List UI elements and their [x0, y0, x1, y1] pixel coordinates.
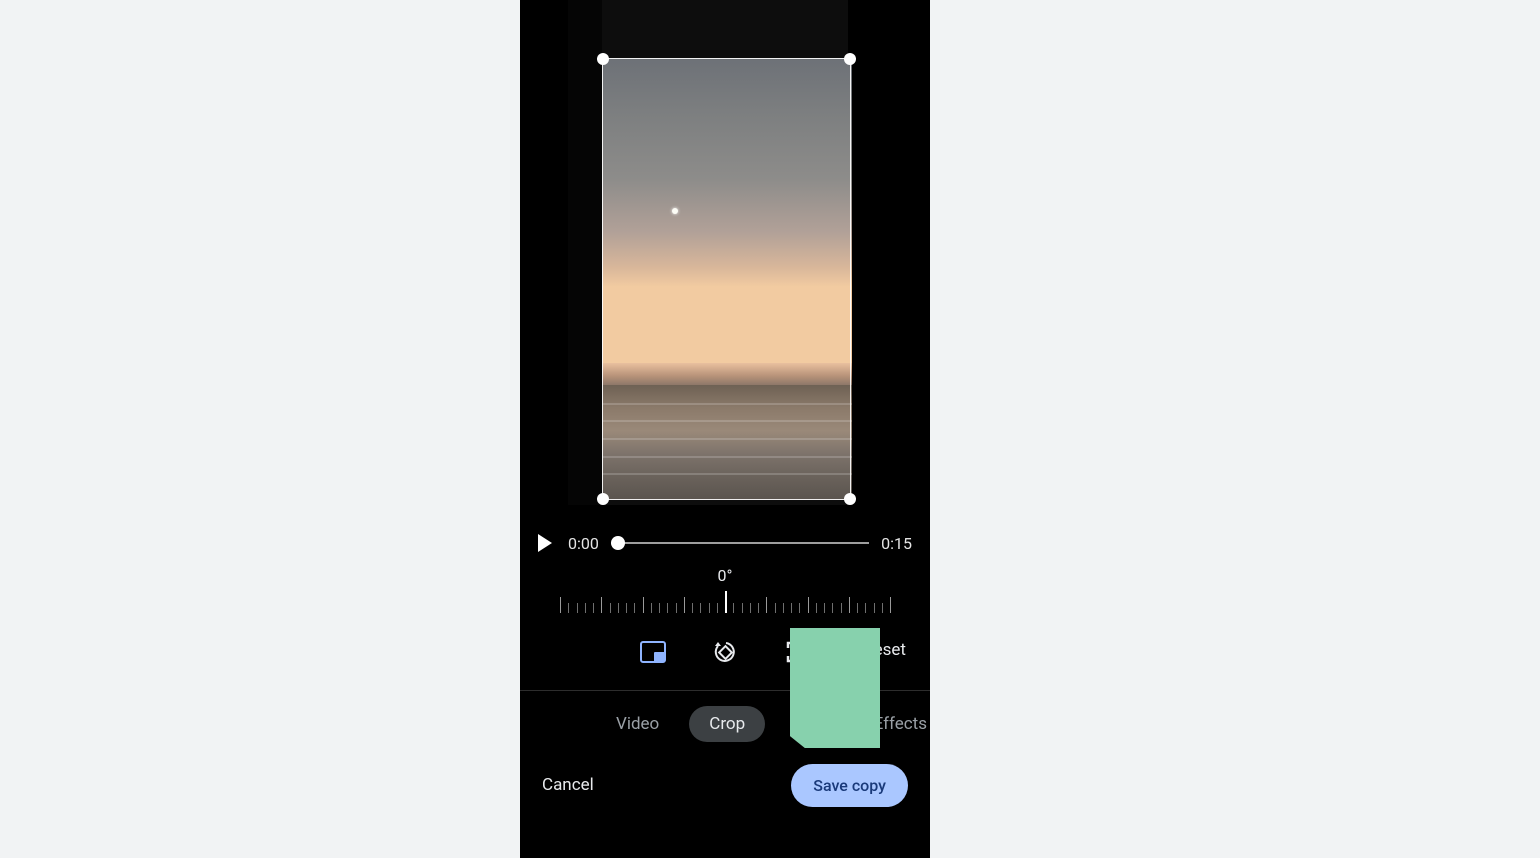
rotate-icon[interactable] [711, 638, 739, 666]
time-total: 0:15 [881, 534, 912, 553]
play-icon[interactable] [538, 534, 552, 552]
rotation-ruler[interactable] [560, 591, 890, 613]
crop-handle-bottom-left[interactable] [597, 493, 609, 505]
phone-editor-screen: 0:00 0:15 0° Reset Video Crop Adjust Eff… [520, 0, 930, 858]
crop-handle-top-right[interactable] [844, 53, 856, 65]
aspect-ratio-icon[interactable] [639, 638, 667, 666]
expand-icon[interactable] [783, 638, 811, 666]
crop-handle-bottom-right[interactable] [844, 493, 856, 505]
crop-frame[interactable] [602, 58, 851, 500]
scrubber-knob[interactable] [611, 536, 625, 550]
video-timeline: 0:00 0:15 [520, 525, 930, 561]
editor-tabs: Video Crop Adjust Effects [520, 702, 930, 746]
tab-effects[interactable]: Effects [874, 714, 927, 734]
cancel-button[interactable]: Cancel [542, 775, 594, 795]
tab-crop[interactable]: Crop [689, 706, 765, 742]
save-copy-button[interactable]: Save copy [791, 764, 908, 807]
divider [520, 690, 930, 691]
rotation-control: 0° [520, 566, 930, 613]
crop-handle-top-left[interactable] [597, 53, 609, 65]
time-current: 0:00 [568, 534, 599, 553]
rotation-angle-label: 0° [520, 566, 930, 585]
scrubber-track[interactable] [611, 542, 869, 544]
crop-dim-left [568, 0, 602, 505]
bottom-bar: Cancel Save copy [520, 760, 930, 810]
tab-adjust[interactable]: Adjust [795, 714, 843, 734]
tab-video[interactable]: Video [616, 714, 659, 734]
reset-button[interactable]: Reset [863, 640, 906, 660]
